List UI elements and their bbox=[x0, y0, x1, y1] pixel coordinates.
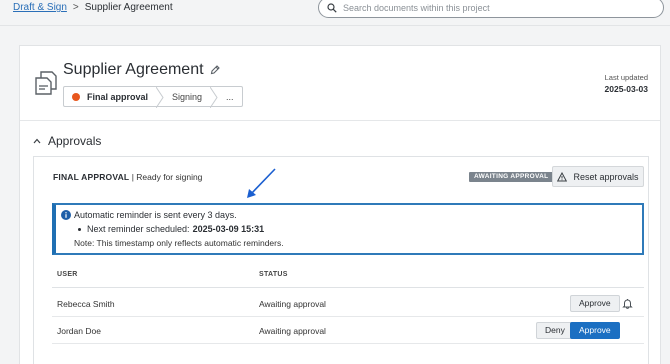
approve-button[interactable]: Approve bbox=[570, 295, 620, 312]
approvals-section-toggle[interactable]: Approvals bbox=[33, 134, 101, 148]
breadcrumb-separator: > bbox=[72, 2, 79, 13]
next-reminder-label: Next reminder scheduled: bbox=[87, 224, 190, 234]
document-stack-icon bbox=[35, 71, 57, 95]
reminder-info-box: Automatic reminder is sent every 3 days.… bbox=[52, 203, 644, 255]
warning-icon bbox=[557, 171, 568, 181]
workflow-steps: Final approval Signing ... bbox=[63, 86, 243, 108]
step-label: Final approval bbox=[87, 91, 149, 102]
breadcrumb-link-draft-sign[interactable]: Draft & Sign bbox=[13, 2, 67, 13]
approval-card-title: FINAL APPROVAL | Ready for signing bbox=[53, 172, 202, 182]
approver-name: Jordan Doe bbox=[57, 326, 101, 336]
top-bar: Draft & Sign > Supplier Agreement bbox=[0, 0, 670, 26]
table-row: Jordan Doe Awaiting approval Deny Approv… bbox=[52, 317, 644, 344]
reminder-note-text: Note: This timestamp only reflects autom… bbox=[74, 238, 284, 248]
last-updated: Last updated 2025-03-03 bbox=[605, 73, 648, 94]
step-more[interactable]: ... bbox=[218, 87, 242, 106]
reset-approvals-button[interactable]: Reset approvals bbox=[552, 166, 644, 187]
reset-approvals-label: Reset approvals bbox=[573, 171, 639, 182]
divider bbox=[20, 120, 660, 121]
last-updated-label: Last updated bbox=[604, 73, 648, 82]
step-signing[interactable]: Signing bbox=[164, 87, 210, 106]
deny-button[interactable]: Deny bbox=[536, 322, 574, 339]
table-row: Rebecca Smith Awaiting approval Approve bbox=[52, 290, 644, 317]
bell-icon[interactable] bbox=[622, 298, 633, 309]
breadcrumb: Draft & Sign > Supplier Agreement bbox=[13, 2, 173, 13]
document-title: Supplier Agreement bbox=[63, 61, 204, 78]
chevron-up-icon bbox=[33, 138, 41, 144]
search-icon bbox=[327, 2, 337, 13]
approval-card: FINAL APPROVAL | Ready for signing AWAIT… bbox=[33, 156, 649, 364]
last-updated-value: 2025-03-03 bbox=[604, 84, 648, 94]
approvers-table-header: USER STATUS bbox=[52, 266, 644, 288]
document-title-row: Supplier Agreement bbox=[63, 61, 220, 79]
step-chevron-icon bbox=[210, 87, 218, 108]
next-reminder-line: Next reminder scheduled: 2025-03-09 15:3… bbox=[78, 224, 264, 234]
approver-status: Awaiting approval bbox=[259, 326, 326, 336]
step-label: Signing bbox=[172, 91, 203, 102]
approve-button[interactable]: Approve bbox=[570, 322, 620, 339]
approver-name: Rebecca Smith bbox=[57, 299, 115, 309]
step-chevron-icon bbox=[156, 87, 164, 108]
status-badge: AWAITING APPROVAL bbox=[469, 172, 554, 182]
search-input[interactable] bbox=[343, 2, 643, 13]
pencil-icon[interactable] bbox=[210, 65, 220, 75]
next-reminder-value: 2025-03-09 15:31 bbox=[192, 224, 265, 234]
column-header-user: USER bbox=[57, 271, 78, 278]
approver-status: Awaiting approval bbox=[259, 299, 326, 309]
annotation-arrow-icon bbox=[247, 168, 276, 198]
status-dot-icon bbox=[72, 92, 80, 101]
info-icon bbox=[61, 210, 71, 220]
column-header-status: STATUS bbox=[259, 271, 288, 278]
approval-stage-name: FINAL APPROVAL bbox=[53, 172, 130, 182]
document-panel: Supplier Agreement Final approval Signin… bbox=[19, 45, 661, 364]
search-box[interactable] bbox=[318, 0, 664, 18]
reminder-frequency-text: Automatic reminder is sent every 3 days. bbox=[74, 210, 237, 220]
approval-stage-subtitle: | Ready for signing bbox=[131, 172, 203, 182]
breadcrumb-current: Supplier Agreement bbox=[84, 2, 173, 13]
step-final-approval[interactable]: Final approval bbox=[64, 87, 156, 106]
bullet-icon bbox=[78, 227, 81, 231]
step-label: ... bbox=[226, 91, 234, 102]
section-title: Approvals bbox=[48, 134, 102, 148]
